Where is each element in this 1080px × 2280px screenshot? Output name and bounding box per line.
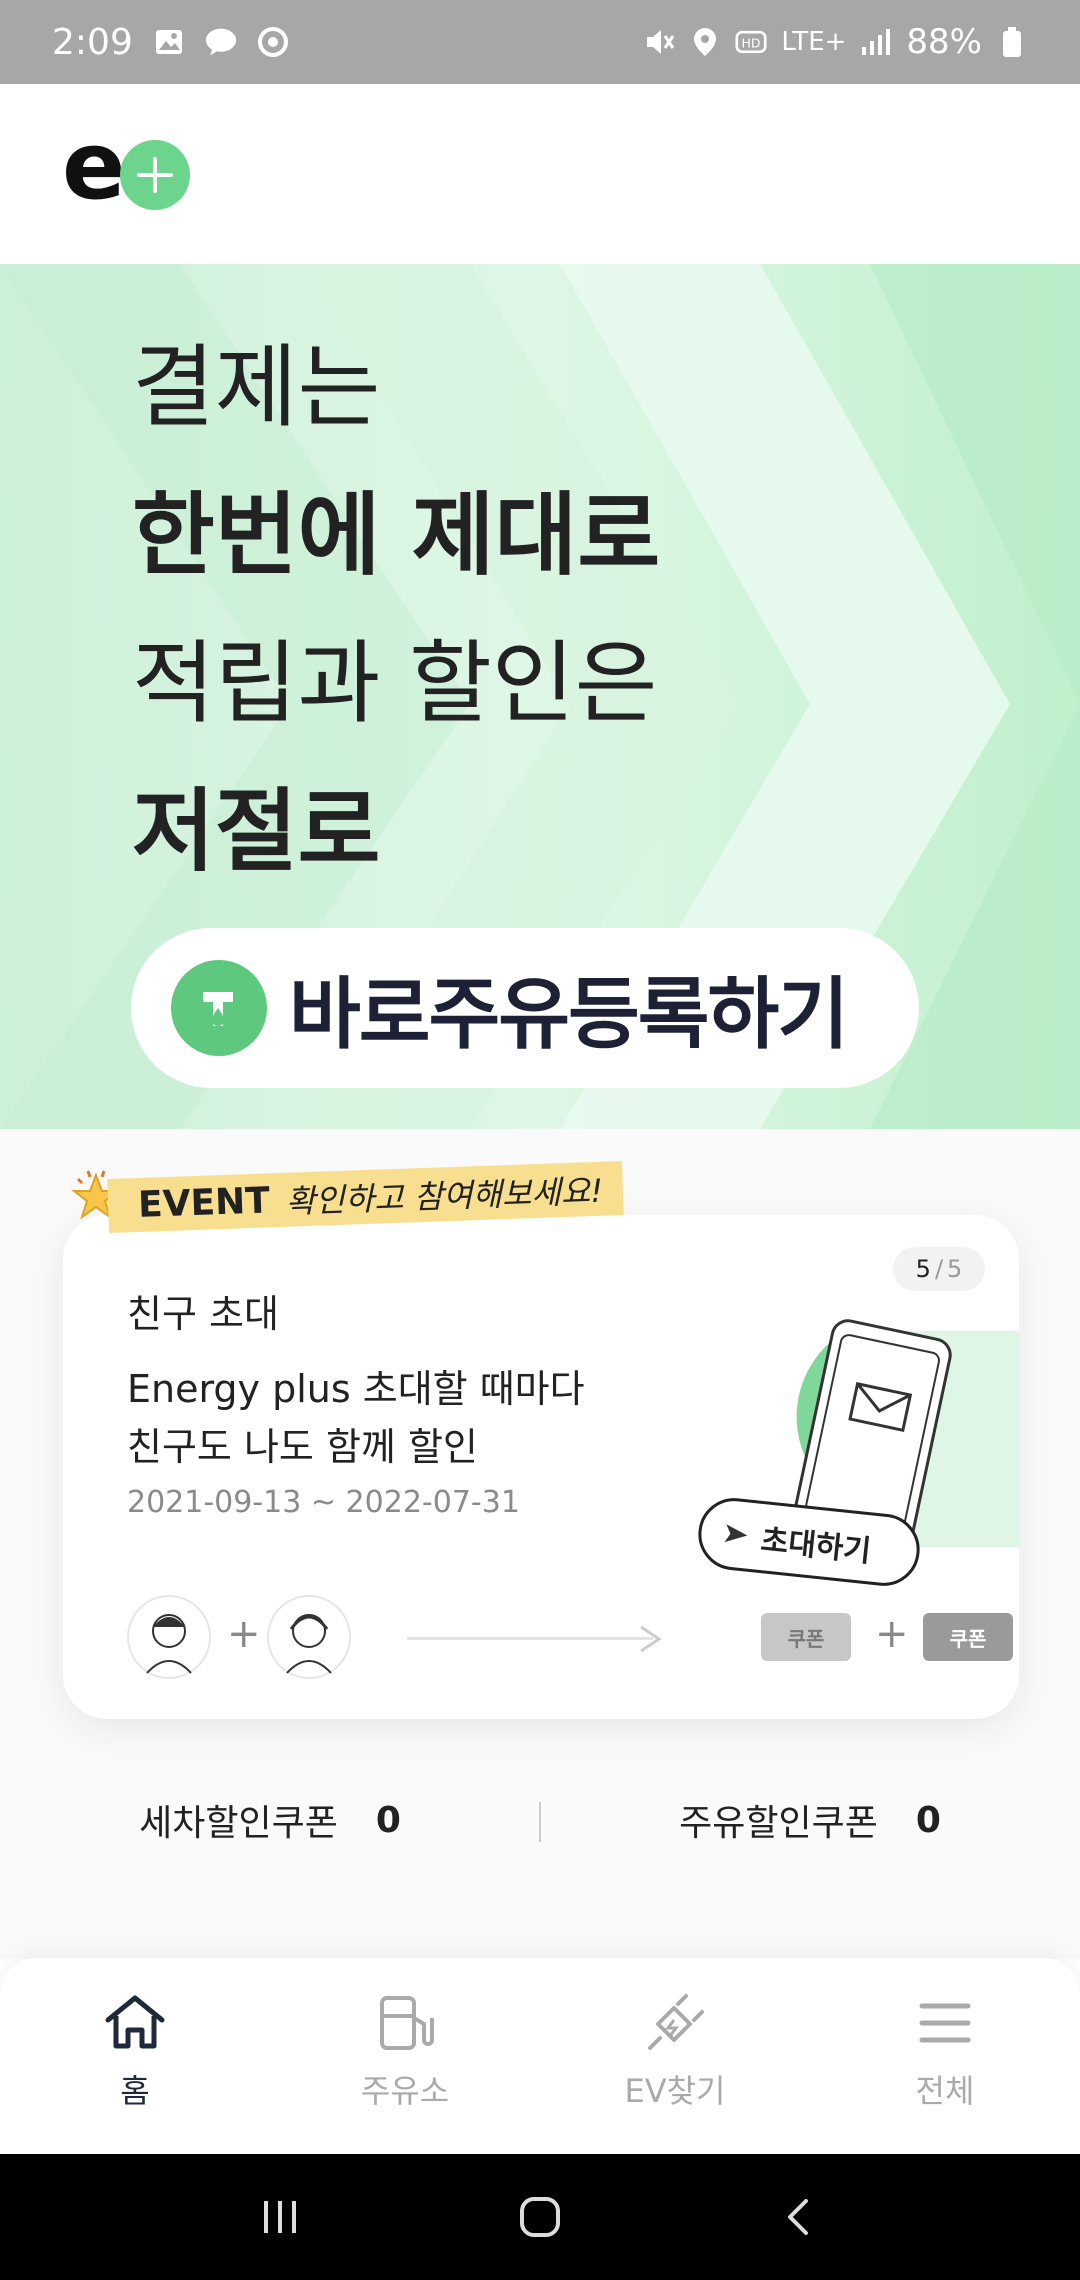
send-icon [724, 1524, 748, 1543]
plus-icon-2: + [875, 1611, 909, 1657]
hero-banner[interactable]: 결제는 한번에 제대로 적립과 할인은 저절로 바로주유등록하기 [0, 264, 1080, 1129]
nav-label-ev: EV찾기 [624, 2072, 726, 2110]
nav-item-gas-station[interactable]: 주유소 [270, 1958, 540, 2154]
fuel-drop-icon [171, 960, 267, 1056]
wash-coupon-count: 0 [375, 1799, 401, 1841]
pager-total: 5 [947, 1255, 963, 1283]
nav-label-gas-station: 주유소 [360, 2072, 450, 2110]
hero-headline: 결제는 한번에 제대로 적립과 할인은 저절로 [132, 314, 660, 906]
event-title-line-1: Energy plus 초대할 때마다 [127, 1367, 585, 1411]
event-date-range: 2021-09-13 ~ 2022-07-31 [127, 1485, 520, 1520]
battery-icon [996, 26, 1028, 58]
app-logo[interactable]: e [62, 120, 192, 214]
plus-icon: + [227, 1611, 261, 1657]
fuel-coupon-count: 0 [915, 1799, 941, 1841]
coupon-ticket-1-label: 쿠폰 [787, 1626, 825, 1651]
talk-icon [205, 26, 237, 58]
event-title: Energy plus 초대할 때마다 친구도 나도 함께 할인 [127, 1360, 687, 1476]
svg-text:HD: HD [742, 35, 761, 50]
fuel-station-icon [380, 1996, 434, 2050]
quick-fuel-register-button[interactable]: 바로주유등록하기 [131, 928, 919, 1088]
nav-item-ev[interactable]: EV찾기 [540, 1958, 810, 2154]
avatar-me [127, 1595, 211, 1679]
fuel-coupon-label: 주유할인쿠폰 [679, 1803, 878, 1844]
gallery-icon [153, 26, 185, 58]
battery-percent: 88% [906, 22, 982, 62]
coupon-summary: 세차할인쿠폰 0 주유할인쿠폰 0 [0, 1770, 1080, 1870]
coupon-divider [539, 1802, 541, 1842]
location-icon [689, 26, 721, 58]
status-bar: 2:09 HD LTE+ 88% [0, 0, 1080, 84]
system-nav-bar [0, 2154, 1080, 2280]
event-banner: EVENT 확인하고 참여해보세요! [107, 1161, 624, 1233]
hd-icon: HD [735, 26, 767, 58]
network-type: LTE+ [781, 27, 847, 57]
flow-arrow [407, 1637, 653, 1640]
register-button-label: 바로주유등록하기 [289, 970, 849, 1060]
event-tag: EVENT 확인하고 참여해보세요! [68, 1161, 624, 1233]
event-pager: 5 / 5 [893, 1247, 985, 1291]
recent-apps-icon[interactable] [256, 2193, 304, 2241]
event-word: EVENT [137, 1179, 271, 1226]
bottom-navigation: 홈 주유소 EV찾기 전체 [0, 1958, 1080, 2154]
pager-current: 5 [915, 1255, 931, 1283]
logo-plus-icon [120, 140, 190, 210]
home-icon [105, 1995, 165, 2049]
nav-item-home[interactable]: 홈 [0, 1958, 270, 2154]
status-time: 2:09 [52, 21, 133, 63]
coupon-ticket-1: 쿠폰 [761, 1613, 851, 1661]
event-note: 확인하고 참여해보세요! [285, 1171, 604, 1221]
app-header: e [0, 84, 1080, 264]
invite-label: 초대하기 [759, 1523, 873, 1570]
coupon-ticket-2: 쿠폰 [923, 1613, 1013, 1661]
nav-label-home: 홈 [120, 2072, 150, 2110]
event-title-line-2: 친구도 나도 함께 할인 [127, 1425, 478, 1469]
event-card[interactable]: 5 / 5 친구 초대 Energy plus 초대할 때마다 친구도 나도 함… [63, 1215, 1019, 1719]
ev-plug-icon [648, 1994, 704, 2050]
signal-icon [860, 26, 892, 58]
event-category: 친구 초대 [127, 1292, 279, 1336]
wash-coupon-stat[interactable]: 세차할인쿠폰 0 [0, 1794, 540, 1846]
back-icon[interactable] [776, 2193, 824, 2241]
sync-icon [257, 26, 289, 58]
fuel-coupon-stat[interactable]: 주유할인쿠폰 0 [540, 1794, 1080, 1846]
mute-icon [643, 26, 675, 58]
hero-line-4: 저절로 [132, 779, 381, 884]
arrow-head-icon [640, 1625, 662, 1653]
nav-label-all: 전체 [915, 2072, 975, 2110]
invite-flow: + 쿠폰 + 쿠폰 [127, 1595, 1013, 1685]
home-button-icon[interactable] [516, 2193, 564, 2241]
nav-item-all[interactable]: 전체 [810, 1958, 1080, 2154]
coupon-ticket-2-label: 쿠폰 [949, 1626, 987, 1651]
logo-e-mark: e [62, 112, 126, 221]
hero-line-2: 한번에 제대로 [132, 483, 661, 588]
wash-coupon-label: 세차할인쿠폰 [139, 1803, 338, 1844]
avatar-friend [267, 1595, 351, 1679]
hero-line-3: 적립과 할인은 [132, 631, 658, 736]
menu-icon [919, 2003, 971, 2043]
hero-line-1: 결제는 [132, 335, 381, 440]
